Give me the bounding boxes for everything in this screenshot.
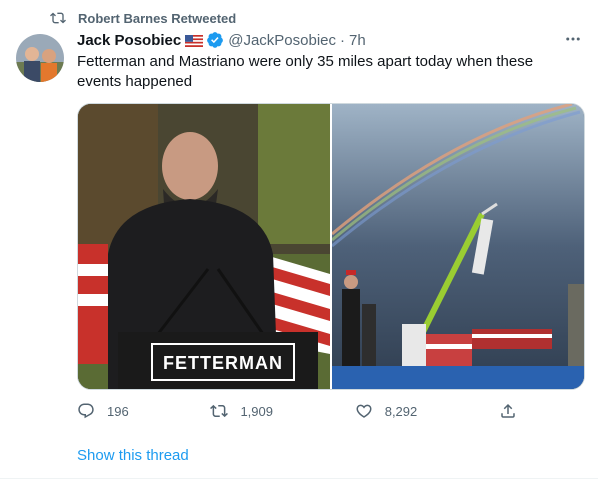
like-button[interactable]: 8,292	[355, 402, 418, 420]
tweet-timestamp[interactable]: 7h	[349, 32, 366, 49]
verified-badge-icon	[206, 31, 224, 49]
avatar[interactable]	[16, 34, 64, 82]
like-count: 8,292	[384, 403, 418, 419]
share-button[interactable]	[499, 402, 517, 420]
avatar-image	[16, 34, 64, 82]
media-photo-fetterman[interactable]: FETTERMAN	[78, 104, 330, 389]
retweet-button[interactable]: 1,909	[210, 402, 273, 420]
retweet-label: Robert Barnes Retweeted	[78, 10, 237, 26]
retweet-icon	[210, 404, 229, 418]
retweet-icon	[50, 12, 66, 24]
author-name[interactable]: Jack Posobiec	[77, 32, 181, 49]
separator-dot: ·	[340, 31, 346, 49]
us-flag-icon	[185, 34, 204, 47]
like-icon	[356, 404, 372, 418]
more-icon[interactable]	[564, 30, 582, 53]
reply-button[interactable]: 196	[77, 402, 129, 420]
retweet-count: 1,909	[240, 403, 273, 419]
share-icon	[501, 403, 515, 418]
author-handle[interactable]: @JackPosobiec	[228, 32, 336, 49]
podium-sign: FETTERMAN	[163, 353, 283, 373]
show-thread-link[interactable]: Show this thread	[77, 447, 189, 464]
tweet-header: Jack Posobiec @JackPosobiec · 7h	[77, 30, 582, 50]
retweet-context[interactable]: Robert Barnes Retweeted	[50, 9, 236, 27]
reply-icon	[78, 403, 94, 419]
media-grid[interactable]: FETTERMAN	[77, 103, 585, 390]
tweet-text: Fetterman and Mastriano were only 35 mil…	[77, 53, 534, 90]
media-photo-rainbow[interactable]	[332, 104, 584, 389]
action-bar: 196 1,909 8,292	[77, 400, 517, 422]
reply-count: 196	[107, 403, 129, 419]
